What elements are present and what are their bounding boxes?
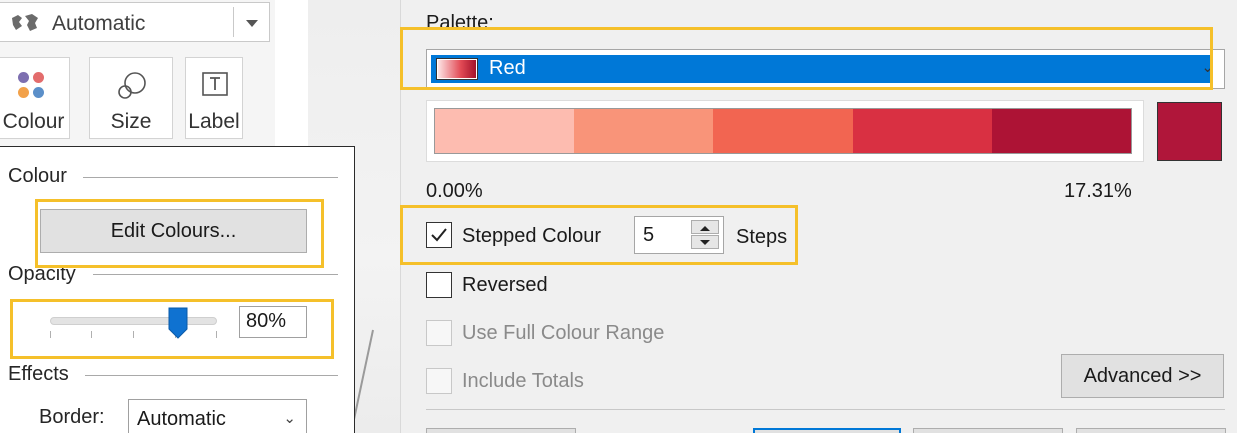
colour-section-divider <box>83 177 338 178</box>
map-icon <box>12 14 38 31</box>
chevron-down-icon: ⌄ <box>1201 59 1214 76</box>
colour-popup: Colour Edit Colours... Opacity 80% Effec… <box>0 146 355 433</box>
chevron-down-icon: ⌄ <box>283 410 296 427</box>
spin-up-button[interactable] <box>691 220 719 234</box>
ramp-step-2 <box>574 109 714 153</box>
size-card[interactable]: Size <box>89 57 173 139</box>
size-card-label: Size <box>110 110 152 133</box>
reversed-label: Reversed <box>462 274 548 296</box>
colour-ramp-frame[interactable] <box>426 100 1144 162</box>
ramp-step-4 <box>852 109 992 153</box>
opacity-value-field[interactable]: 80% <box>239 306 307 338</box>
caret-up-icon <box>700 226 710 231</box>
ramp-step-3 <box>713 109 853 153</box>
opacity-section-title: Opacity <box>8 263 76 285</box>
border-dropdown[interactable]: Automatic ⌄ <box>128 399 307 433</box>
steps-spin-buttons <box>691 220 719 250</box>
check-icon <box>431 228 447 242</box>
dialog-separator <box>426 409 1225 410</box>
opacity-slider-track[interactable] <box>50 317 217 325</box>
end-colour-swatch[interactable] <box>1157 102 1222 161</box>
range-min-label: 0.00% <box>426 180 483 202</box>
mark-type-value: Automatic <box>52 12 146 35</box>
ramp-step-1 <box>435 109 575 153</box>
reversed-checkbox[interactable] <box>426 272 452 298</box>
opacity-section-divider <box>93 274 338 275</box>
label-card[interactable]: Label <box>185 57 243 139</box>
chevron-down-icon <box>246 20 258 27</box>
dialog-apply-button[interactable] <box>1076 428 1226 433</box>
steps-label: Steps <box>736 226 788 248</box>
border-value: Automatic <box>137 408 226 430</box>
text-label-icon <box>202 72 228 96</box>
palette-label: Palette: <box>426 12 494 34</box>
stepped-colour-checkbox[interactable] <box>426 222 452 248</box>
colour-card-label: Colour <box>2 110 65 133</box>
effects-section-title: Effects <box>8 363 69 385</box>
opacity-slider-thumb[interactable] <box>168 307 188 339</box>
steps-spinner[interactable]: 5 <box>634 216 724 254</box>
dialog-bottom-button[interactable] <box>426 428 576 433</box>
stepped-colour-label: Stepped Colour <box>462 225 601 247</box>
spin-down-button[interactable] <box>691 235 719 249</box>
dialog-cancel-button[interactable] <box>913 428 1063 433</box>
palette-value: Red <box>489 57 526 79</box>
colour-ramp[interactable] <box>434 108 1132 154</box>
edit-colours-button[interactable]: Edit Colours... <box>40 209 307 253</box>
use-full-colour-range-label: Use Full Colour Range <box>462 322 665 344</box>
palette-dropdown[interactable]: Red ⌄ <box>426 49 1225 89</box>
edit-colours-dialog: Palette: Red ⌄ 0.00% 17.31% Stepped Colo… <box>400 0 1237 433</box>
palette-selected-row: Red <box>431 55 1213 83</box>
label-card-label: Label <box>188 110 240 133</box>
dropdown-divider <box>233 7 234 37</box>
mark-type-dropdown[interactable]: Automatic <box>0 2 270 42</box>
palette-gradient-swatch <box>436 58 478 80</box>
colour-dots-icon <box>18 72 46 100</box>
ramp-step-5 <box>991 109 1132 153</box>
colour-card[interactable]: Colour <box>0 57 70 139</box>
colour-section-title: Colour <box>8 165 67 187</box>
effects-section-divider <box>85 375 338 376</box>
size-circles-icon <box>118 72 146 99</box>
border-label: Border: <box>39 406 105 428</box>
include-totals-label: Include Totals <box>462 370 584 392</box>
opacity-slider-ticks <box>50 331 217 339</box>
advanced-button[interactable]: Advanced >> <box>1061 354 1224 398</box>
use-full-colour-range-checkbox[interactable] <box>426 320 452 346</box>
caret-down-icon <box>700 240 710 245</box>
include-totals-checkbox[interactable] <box>426 368 452 394</box>
range-max-label: 17.31% <box>1064 180 1132 202</box>
steps-value[interactable]: 5 <box>643 224 654 247</box>
dialog-ok-button[interactable] <box>753 428 901 433</box>
